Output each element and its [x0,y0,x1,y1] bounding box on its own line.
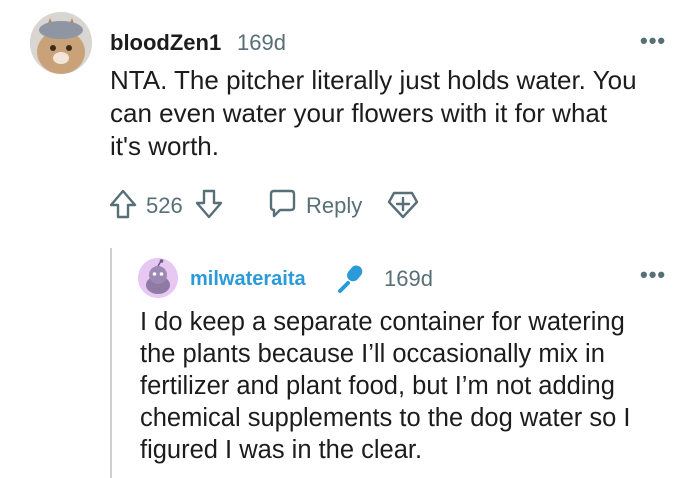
reply-line: fertilizer and plant food, but I’m not a… [140,372,615,400]
reply-line: figured I was in the clear. [140,436,423,464]
downvote-icon[interactable] [194,188,224,220]
more-options-icon[interactable]: ••• [640,28,666,54]
username[interactable]: bloodZen1 [110,30,221,56]
comment-body: NTA. The pitcher literally just holds wa… [110,64,690,163]
vote-count: 526 [146,193,183,218]
reply-body: I do keep a separate container for water… [140,306,690,466]
comment-line: NTA. The pitcher literally just holds wa… [110,65,637,95]
reply-button[interactable]: Reply [306,193,362,219]
reply-line: chemical supplements to the dog water so… [140,404,631,432]
reply-age: 169d [384,266,433,291]
comment-line: can even water your flowers with it for … [110,98,608,128]
thread-line[interactable] [110,248,112,478]
comment-line: it's worth. [110,131,219,161]
reply-line: the plants because I’ll occasionally mix… [140,340,605,368]
avatar[interactable] [138,258,178,298]
upvote-icon[interactable] [108,188,138,220]
avatar[interactable] [30,12,92,74]
comment-age: 169d [237,30,286,55]
reply-username[interactable]: milwateraita [190,268,306,291]
reply-icon[interactable] [266,188,298,220]
award-icon[interactable] [386,188,420,220]
reply-line: I do keep a separate container for water… [140,308,625,336]
microphone-icon [334,262,368,296]
more-options-icon[interactable]: ••• [640,262,666,288]
